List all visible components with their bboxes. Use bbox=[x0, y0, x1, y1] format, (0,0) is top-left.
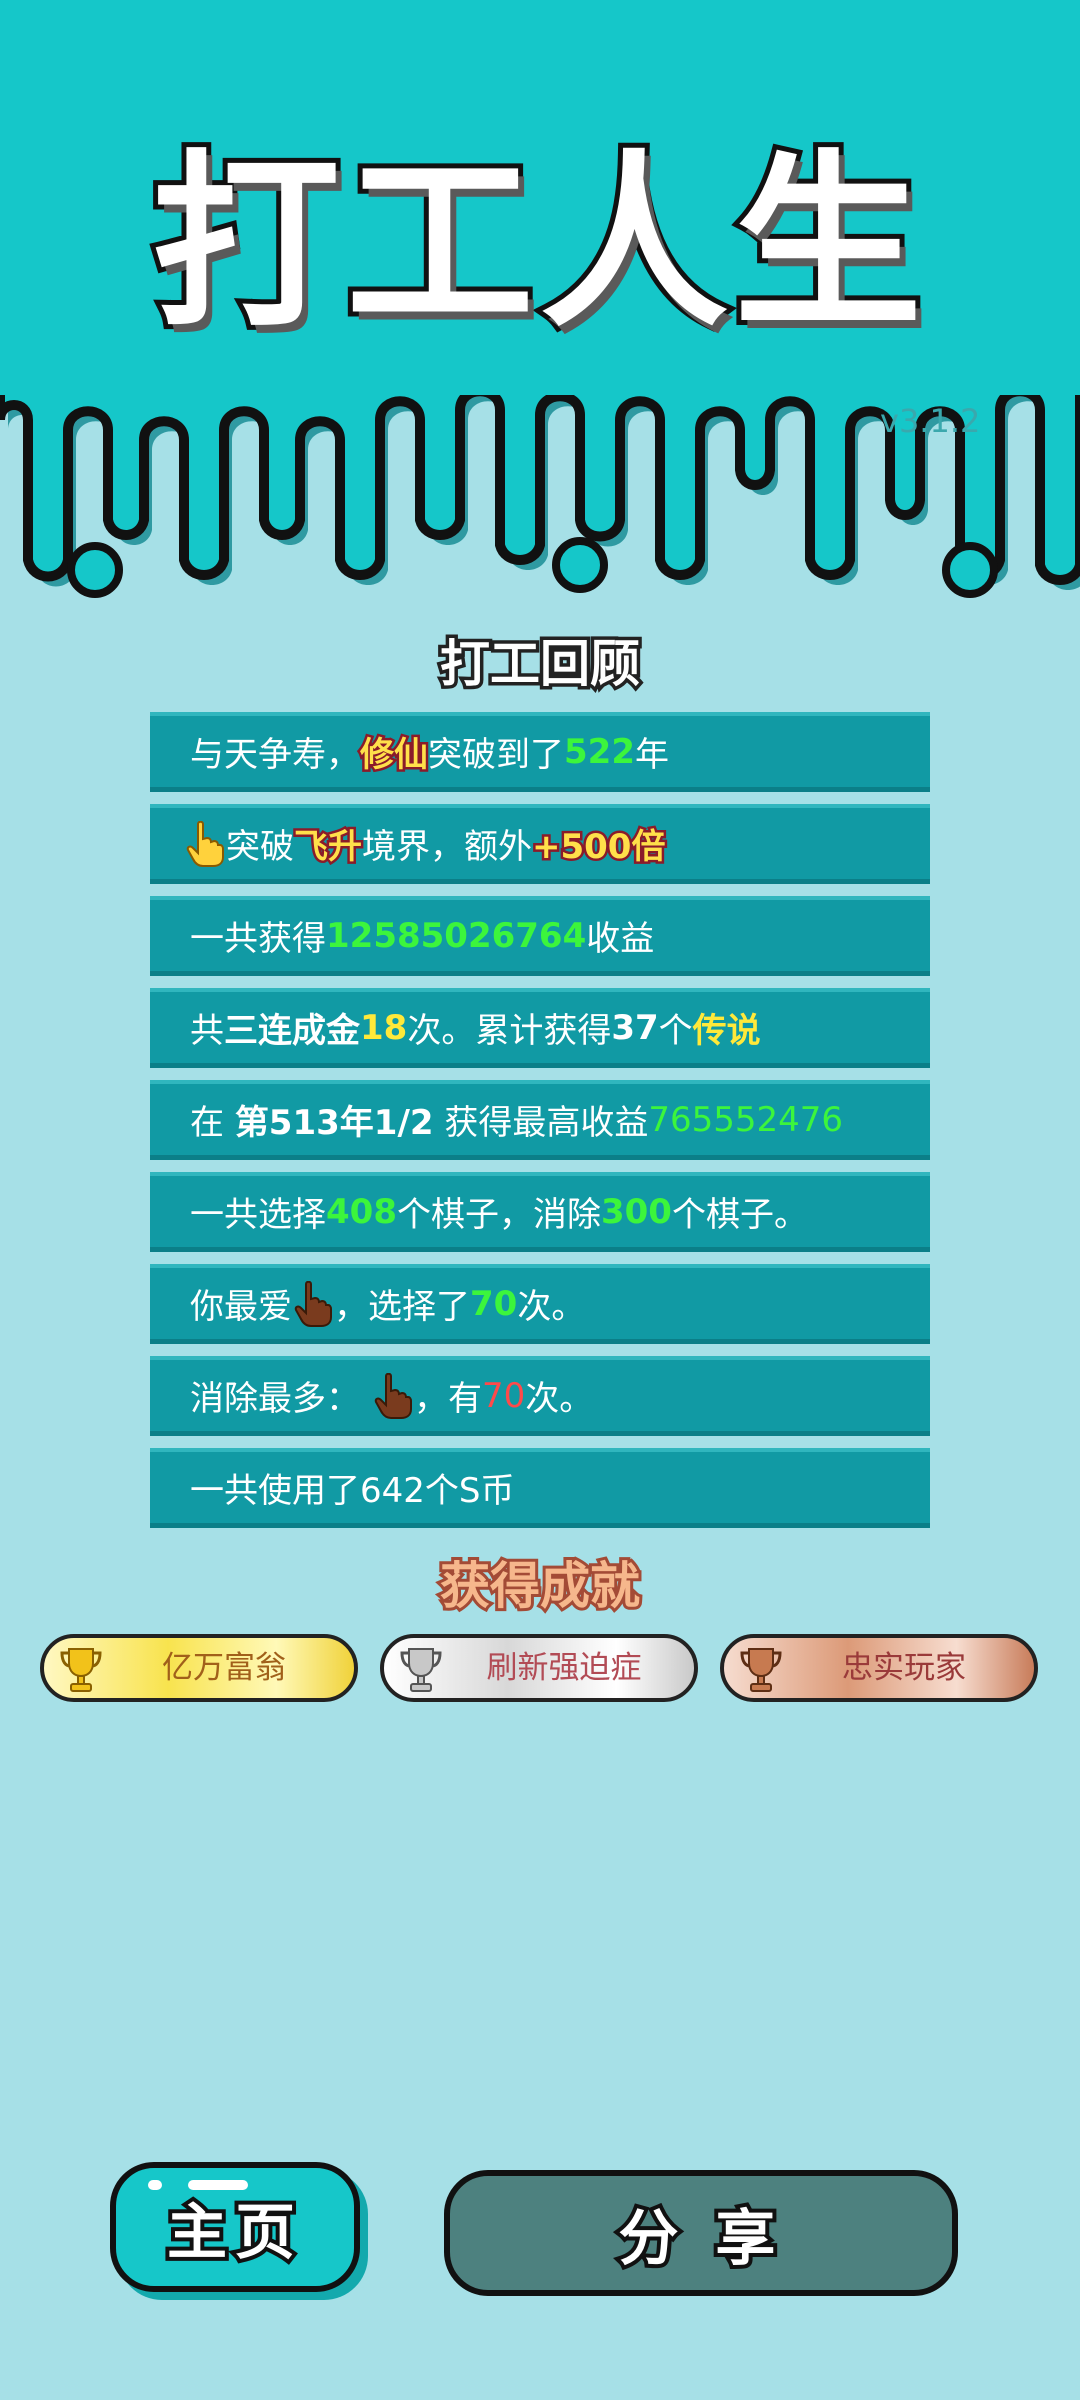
stat-text: ，选择了 bbox=[334, 1287, 470, 1327]
stat-text: 一共使用了642个S币 bbox=[190, 1471, 515, 1511]
stat-value: 12585026764 bbox=[326, 915, 587, 956]
stat-row-pieces: 一共选择 408 个棋子，消除 300 个棋子。 bbox=[150, 1172, 930, 1252]
stat-text: 一共获得 bbox=[190, 919, 326, 959]
button-shine bbox=[188, 2180, 248, 2190]
button-shine bbox=[148, 2180, 162, 2190]
stat-row-total-income: 一共获得 12585026764 收益 bbox=[150, 896, 930, 976]
stat-highlight: 传说 bbox=[692, 1011, 761, 1051]
stat-value: 37 bbox=[611, 1007, 659, 1048]
review-title: 打工回顾 bbox=[437, 632, 644, 697]
stat-value: 522 bbox=[564, 731, 635, 772]
stat-value: 765552476 bbox=[648, 1099, 844, 1140]
share-button-label: 分 享 bbox=[615, 2200, 784, 2278]
stat-text: 突破 bbox=[226, 827, 294, 867]
stat-bonus: +500倍 bbox=[529, 825, 667, 870]
stat-value: 408 bbox=[326, 1191, 397, 1232]
trophy-icon bbox=[740, 1648, 782, 1692]
stat-row-favorite: 你最爱 ，选择了 70 次。 bbox=[150, 1264, 930, 1344]
stat-text: 个棋子，消除 bbox=[396, 1195, 601, 1235]
stat-row-highest-income: 在 第513年1/2 获得最高收益 765552476 bbox=[150, 1080, 930, 1160]
stat-text: 收益 bbox=[586, 919, 655, 959]
stat-row-coins: 一共使用了642个S币 bbox=[150, 1448, 930, 1528]
stat-value: 18 bbox=[360, 1007, 408, 1048]
stat-row-cultivation: 与天争寿， 修仙 突破到了 522 年 bbox=[150, 712, 930, 792]
stat-text: 境界，额外 bbox=[362, 827, 532, 867]
trophy-icon bbox=[400, 1648, 442, 1692]
achievements-title: 获得成就 bbox=[437, 1554, 643, 1618]
stat-row-ascension: 突破 飞升 境界，额外 +500倍 bbox=[150, 804, 930, 884]
stat-row-triple-gold: 共 三连成金 18 次。累计获得 37 个 传说 bbox=[150, 988, 930, 1068]
stat-text: 次。累计获得 bbox=[407, 1011, 612, 1051]
pointing-hand-icon bbox=[294, 1280, 332, 1327]
achievement-badge-bronze[interactable]: 忠实玩家 bbox=[720, 1634, 1038, 1702]
achievement-label: 刷新强迫症 bbox=[486, 1650, 642, 1686]
stat-text: 年 bbox=[634, 735, 669, 775]
home-button[interactable]: 主页 bbox=[110, 2162, 360, 2292]
achievement-badge-silver[interactable]: 刷新强迫症 bbox=[380, 1634, 698, 1702]
version-label: v3.1.2 bbox=[880, 402, 981, 440]
stat-value: 300 bbox=[600, 1191, 672, 1232]
stat-text: 一共选择 bbox=[190, 1195, 326, 1235]
stat-highlight: 飞升 bbox=[292, 825, 365, 870]
stat-highlight: 三连成金 bbox=[224, 1011, 360, 1051]
stat-row-most-eliminated: 消除最多： ，有 70 次。 bbox=[150, 1356, 930, 1436]
stat-text: 共 bbox=[190, 1011, 224, 1051]
stat-text: 突破到了 bbox=[428, 735, 564, 775]
stat-text: 与天争寿， bbox=[190, 735, 360, 775]
stat-text: 消除最多： bbox=[190, 1379, 360, 1419]
share-button[interactable]: 分 享 bbox=[444, 2170, 958, 2296]
achievement-label: 亿万富翁 bbox=[162, 1650, 286, 1686]
stat-text: 在 bbox=[190, 1103, 235, 1143]
stat-value: 70 bbox=[482, 1375, 526, 1416]
trophy-icon bbox=[60, 1648, 102, 1692]
stat-value: 70 bbox=[470, 1283, 518, 1324]
stat-highlight: 修仙 bbox=[358, 733, 431, 778]
home-button-label: 主页 bbox=[163, 2194, 303, 2272]
stat-text: ，有 bbox=[414, 1379, 482, 1419]
pointing-hand-icon bbox=[186, 820, 224, 867]
stat-text: 个棋子。 bbox=[671, 1195, 808, 1235]
stat-text: 次。 bbox=[517, 1287, 586, 1327]
stat-text: 你最爱 bbox=[190, 1287, 292, 1327]
achievement-badge-gold[interactable]: 亿万富翁 bbox=[40, 1634, 358, 1702]
game-title: 打工人生 bbox=[147, 134, 928, 353]
stat-text: 获得最高收益 bbox=[433, 1103, 649, 1143]
stat-text: 次。 bbox=[525, 1379, 594, 1419]
pointing-hand-icon bbox=[374, 1372, 412, 1419]
stat-text: 个 bbox=[658, 1011, 693, 1051]
stat-highlight: 第513年1/2 bbox=[234, 1103, 434, 1143]
achievement-label: 忠实玩家 bbox=[842, 1650, 966, 1686]
header: 打工人生 v3.1.2 bbox=[0, 0, 1080, 620]
